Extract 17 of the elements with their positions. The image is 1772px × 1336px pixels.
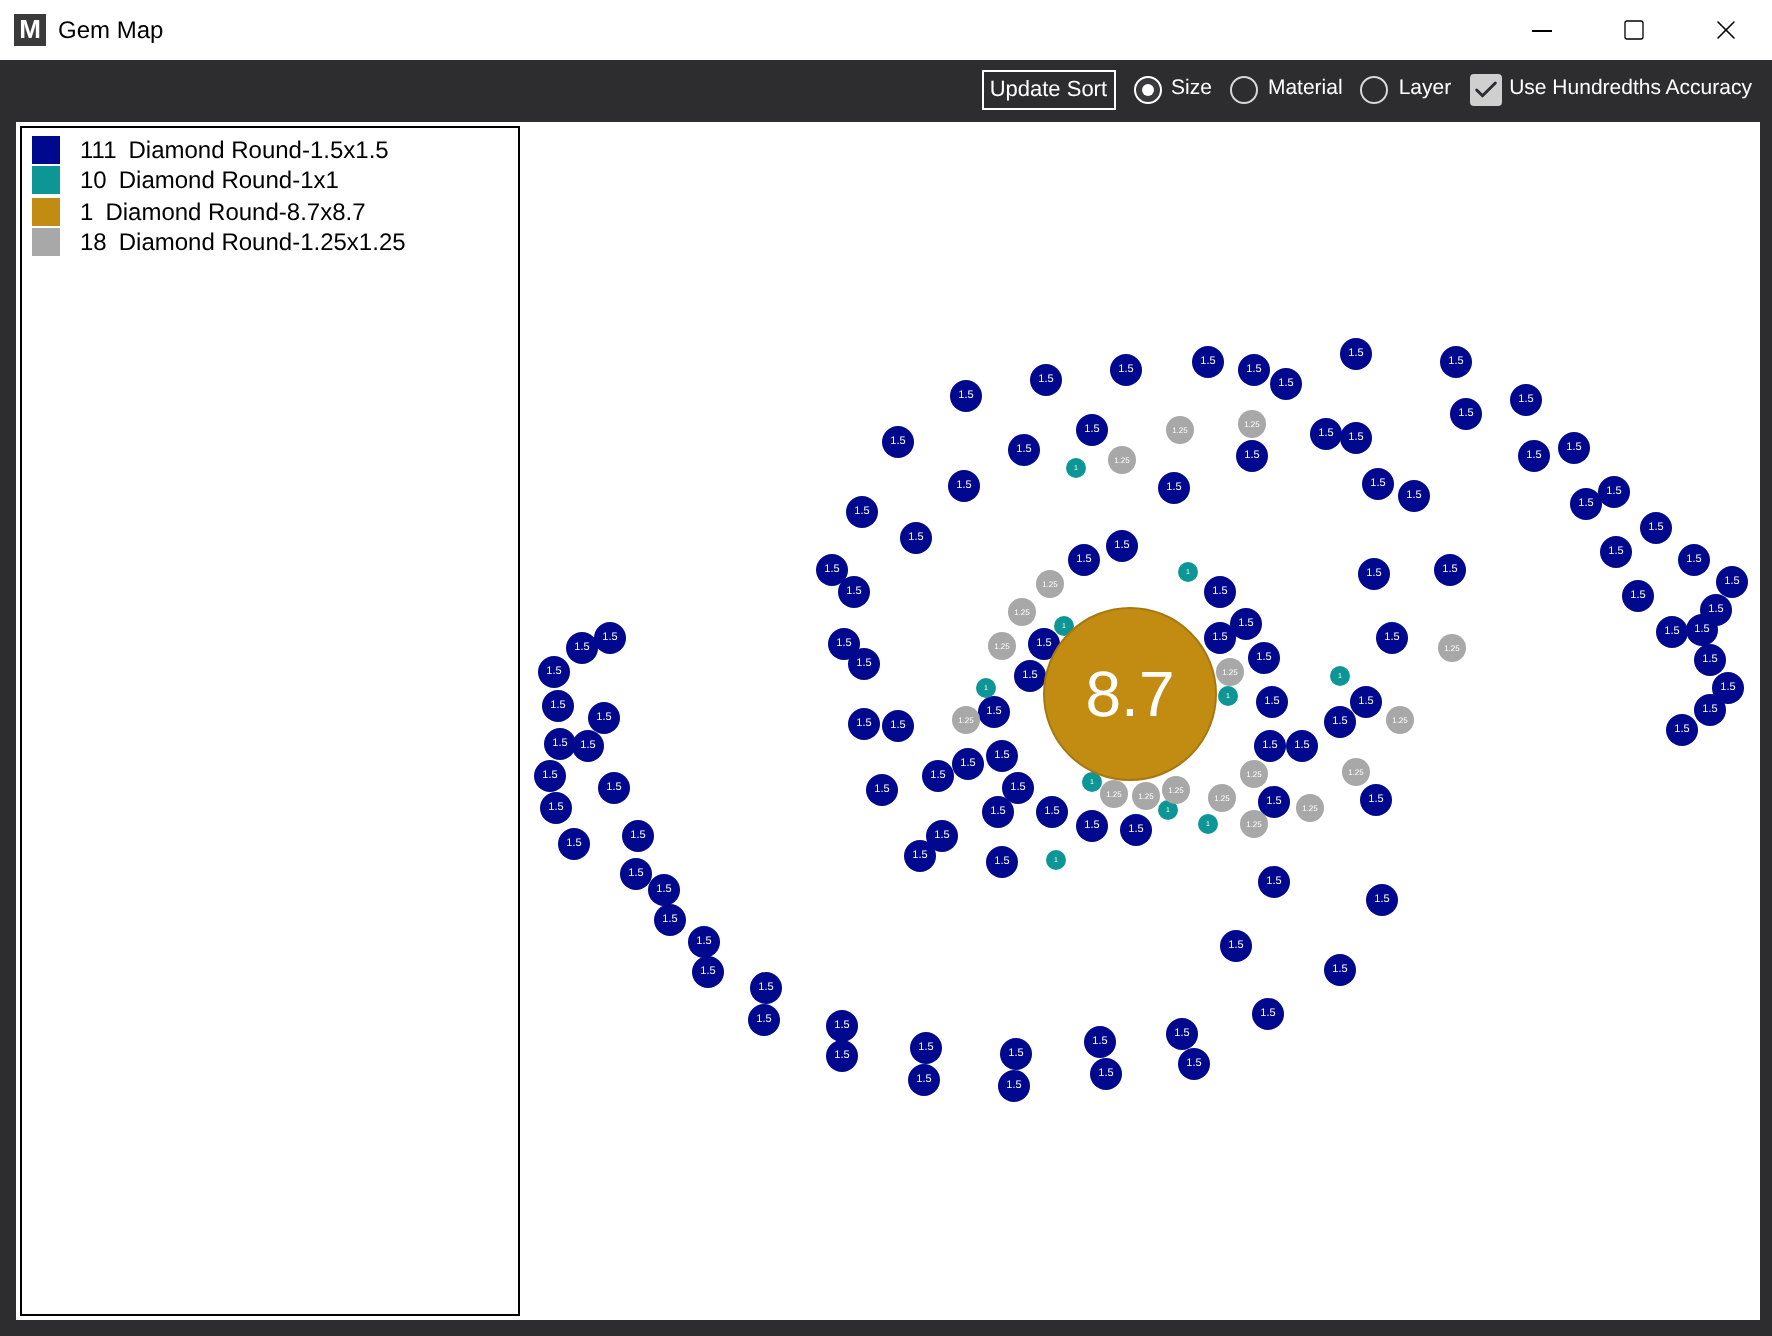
update-sort-button[interactable]: Update Sort xyxy=(981,70,1116,110)
legend-label: Diamond Round-8.7x8.7 xyxy=(105,195,366,230)
legend-count: 111 xyxy=(80,133,117,168)
sort-radio[interactable]: Layer xyxy=(1360,74,1452,106)
legend-count: 1 xyxy=(80,195,94,230)
sort-radio[interactable]: Size xyxy=(1133,74,1212,106)
maximize-icon xyxy=(1622,18,1646,42)
legend-count: 18 xyxy=(80,226,107,261)
hundredths-checkbox[interactable]: Use Hundredths Accuracy xyxy=(1469,74,1752,106)
app-logo: M xyxy=(14,14,46,46)
minimize-icon xyxy=(1532,29,1552,31)
window-title: Gem Map xyxy=(58,14,164,48)
legend-label: Diamond Round-1.5x1.5 xyxy=(128,133,389,168)
legend-label: Diamond Round-1.25x1.25 xyxy=(118,226,406,261)
legend-label: Diamond Round-1x1 xyxy=(118,164,339,199)
legend-count: 10 xyxy=(80,164,107,199)
sort-radio[interactable]: Material xyxy=(1229,74,1343,106)
